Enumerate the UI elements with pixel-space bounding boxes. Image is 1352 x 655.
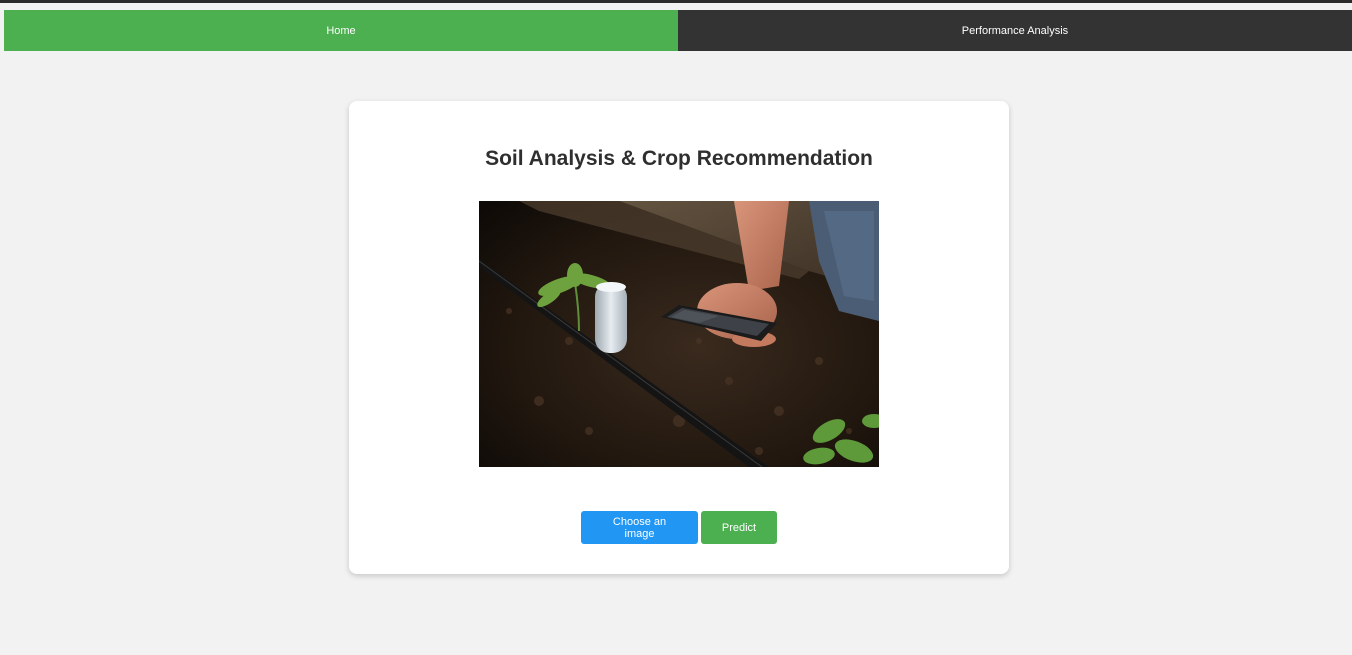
analysis-card: Soil Analysis & Crop Recommendation Choo…	[349, 101, 1009, 574]
nav-home[interactable]: Home	[4, 10, 678, 51]
window-top-gap	[0, 3, 1352, 10]
nav-performance-analysis[interactable]: Performance Analysis	[678, 10, 1352, 51]
action-buttons: Choose an image Predict	[581, 511, 777, 544]
soil-photo-illustration	[479, 201, 879, 467]
nav-performance-label: Performance Analysis	[961, 24, 1069, 37]
top-nav: Home Performance Analysis	[4, 10, 1352, 51]
choose-image-button[interactable]: Choose an image	[581, 511, 698, 544]
soil-photo	[479, 201, 879, 467]
page-title: Soil Analysis & Crop Recommendation	[485, 147, 873, 170]
predict-button[interactable]: Predict	[701, 511, 777, 544]
nav-home-label: Home	[326, 24, 356, 37]
